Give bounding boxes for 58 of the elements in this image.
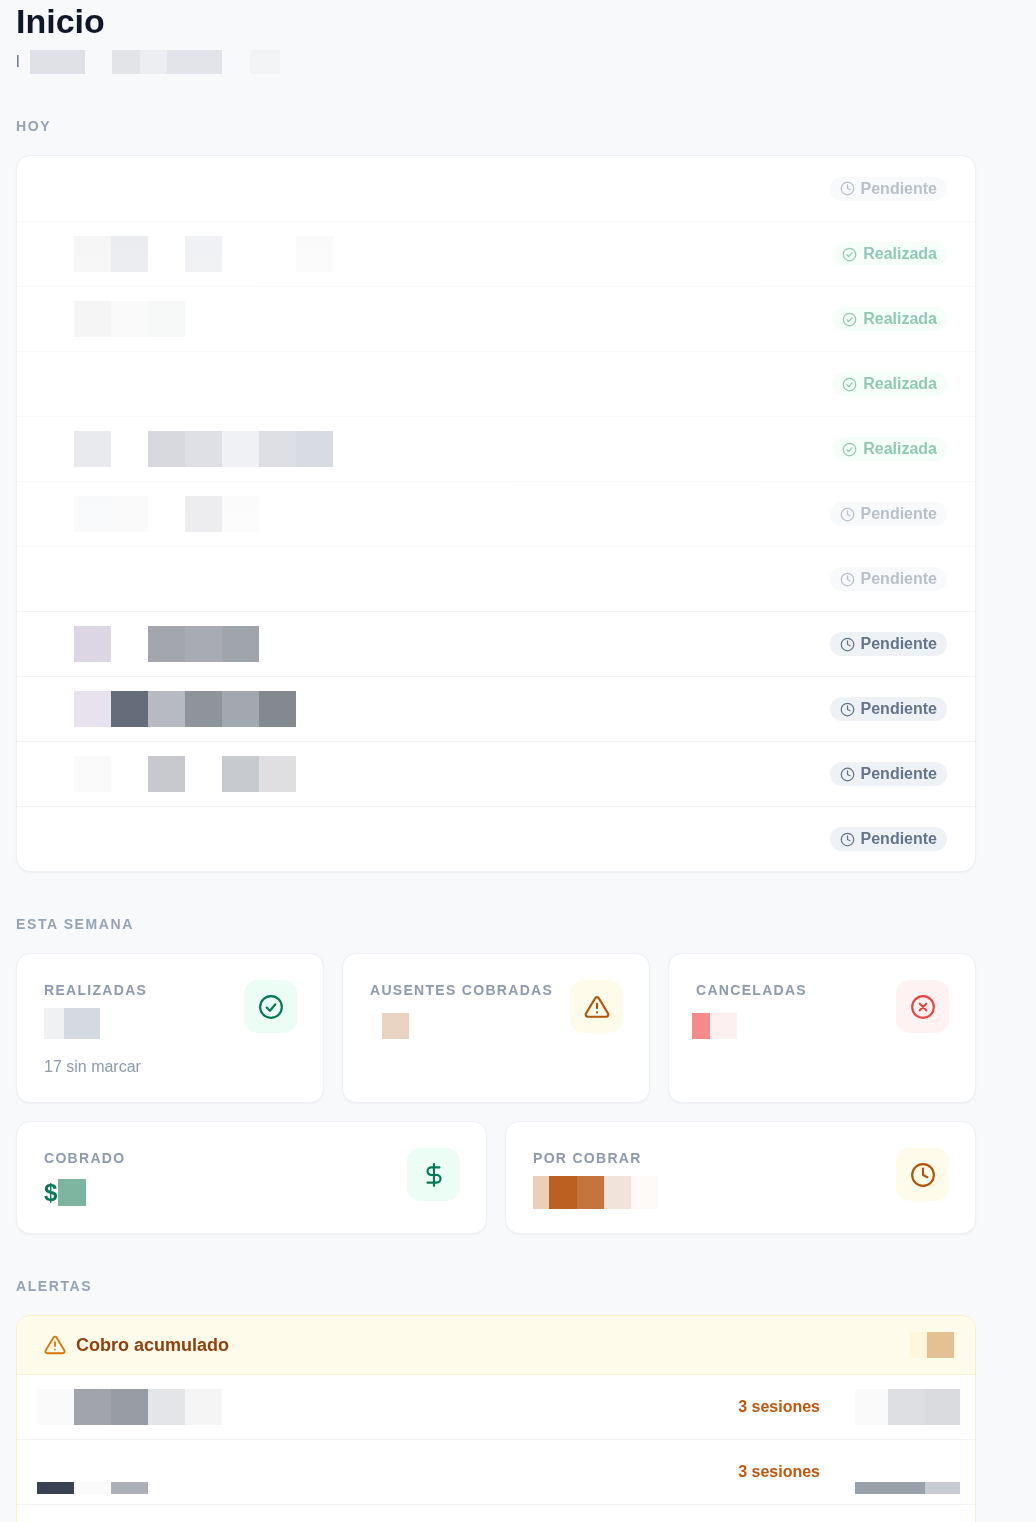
clock-icon (839, 506, 855, 522)
dollar-icon (407, 1148, 460, 1201)
section-heading: ALERTAS (16, 1278, 94, 1294)
appointment-row[interactable]: Pendiente (17, 676, 975, 741)
pixelated-block (910, 1332, 954, 1358)
status-label: Pendiente (860, 569, 937, 589)
pixelated-block (692, 1013, 737, 1039)
appointment-row[interactable]: Pendiente (17, 156, 975, 221)
status-label: Realizada (863, 439, 937, 459)
appointment-row[interactable]: Pendiente (17, 741, 975, 806)
check-circle-icon (842, 376, 858, 392)
status-label: Pendiente (860, 764, 937, 784)
stat-note: 17 sin marcar (44, 1057, 141, 1077)
section-heading: HOY (16, 118, 53, 134)
page-subtitle: l (16, 52, 20, 72)
appointment-row[interactable]: Realizada (17, 221, 975, 286)
status-label: Pendiente (860, 829, 937, 849)
stat-label: POR COBRAR (533, 1150, 642, 1166)
clock-icon (839, 181, 855, 196)
stat-label: AUSENTES COBRADAS (370, 982, 554, 998)
stat-label: REALIZADAS (44, 982, 148, 998)
check-circle-icon (842, 441, 858, 457)
status-label: Pendiente (860, 699, 937, 719)
status-label: Pendiente (860, 634, 937, 654)
check-circle-icon (842, 311, 858, 327)
status-label: Realizada (863, 374, 937, 394)
stat-label: COBRADO (44, 1150, 126, 1166)
appointment-row[interactable]: Pendiente (17, 611, 975, 676)
status-label: Pendiente (860, 178, 937, 199)
clock-icon (839, 636, 855, 652)
page-title: Inicio (16, 1, 106, 41)
check-circle-icon (842, 246, 858, 262)
section-heading: ESTA SEMANA (16, 916, 135, 932)
session-count: 3 sesiones (738, 1398, 820, 1416)
appointment-row[interactable]: Pendiente (17, 546, 975, 611)
status-label: Realizada (863, 244, 937, 264)
stat-label: CANCELADAS (696, 982, 807, 998)
alert-title: Cobro acumulado (76, 1334, 230, 1356)
warning-icon (570, 980, 623, 1033)
clock-icon (839, 701, 855, 717)
status-label: Realizada (863, 309, 937, 329)
pixelated-block (44, 1008, 100, 1039)
clock-icon (839, 766, 855, 782)
appointment-row[interactable]: Realizada (17, 286, 975, 351)
pixelated-block (58, 1179, 87, 1206)
pixelated-block (382, 1013, 409, 1039)
appointment-row[interactable]: Realizada (17, 416, 975, 481)
currency-symbol: $ (44, 1178, 58, 1207)
clock-icon (839, 571, 855, 587)
warning-icon (44, 1334, 66, 1356)
appointment-row[interactable]: Pendiente (17, 481, 975, 546)
clock-icon (896, 1148, 949, 1201)
status-label: Pendiente (860, 504, 937, 524)
alert-header[interactable]: Cobro acumulado (17, 1316, 975, 1375)
session-count: 3 sesiones (738, 1463, 820, 1481)
appointment-row[interactable]: Pendiente (17, 806, 975, 871)
clock-icon (839, 831, 855, 847)
appointment-row[interactable]: Realizada (17, 351, 975, 416)
